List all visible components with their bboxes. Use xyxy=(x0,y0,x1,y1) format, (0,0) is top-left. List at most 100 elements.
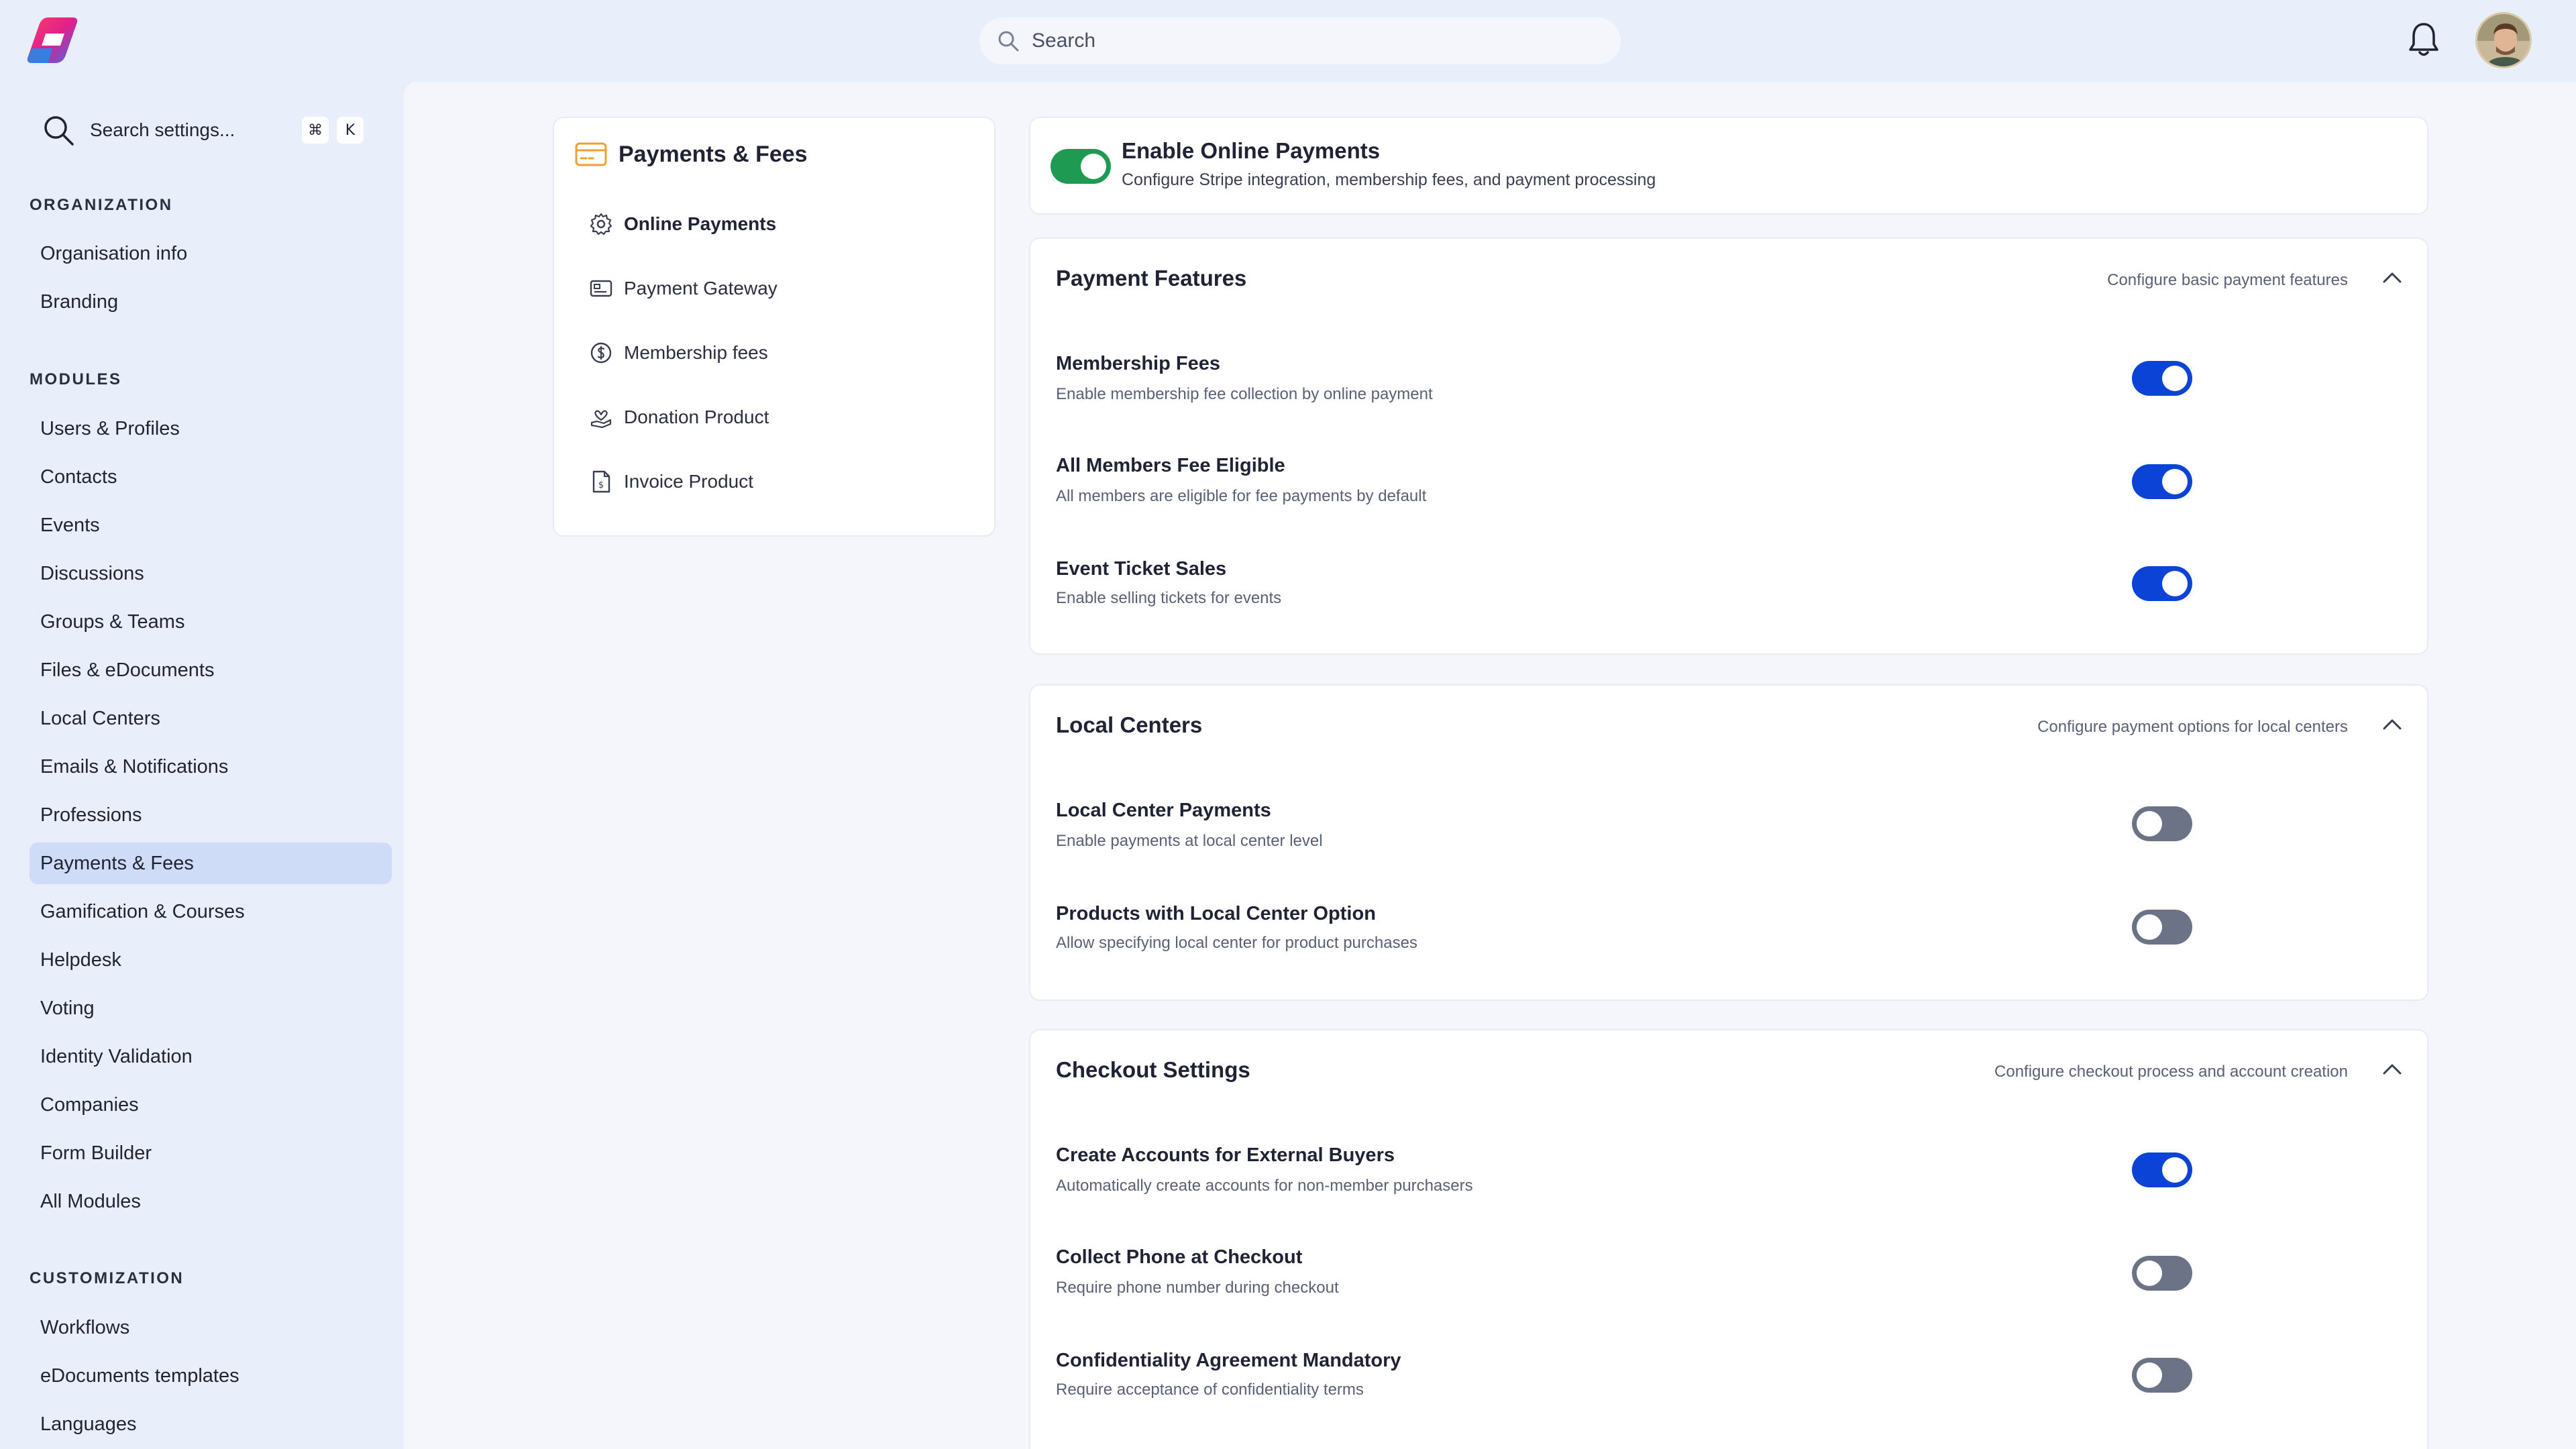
sidebar-item-local-centers[interactable]: Local Centers xyxy=(30,698,392,739)
global-search-placeholder: Search xyxy=(1032,30,1096,52)
sidebar-item-discussions[interactable]: Discussions xyxy=(30,553,392,594)
sidebar-item-users-profiles[interactable]: Users & Profiles xyxy=(30,408,392,449)
sidebar-item-companies[interactable]: Companies xyxy=(30,1084,392,1126)
subnav-item-label: Membership fees xyxy=(624,342,768,363)
sidebar-item-identity-validation[interactable]: Identity Validation xyxy=(30,1036,392,1077)
setting-description: Require acceptance of confidentiality te… xyxy=(1056,1381,1364,1399)
membership-fees-toggle[interactable] xyxy=(2132,361,2192,396)
collect-phone-checkout-toggle[interactable] xyxy=(2132,1256,2192,1291)
cmd-key: ⌘ xyxy=(302,117,329,144)
section-title: Payment Features xyxy=(1056,266,1247,290)
setting-title-all-members-fee-eligible: All Members Fee Eligible xyxy=(1056,455,1285,476)
setting-description: Require phone number during checkout xyxy=(1056,1279,1339,1297)
sidebar-item-helpdesk[interactable]: Helpdesk xyxy=(30,939,392,981)
subnav-item-label: Invoice Product xyxy=(624,471,753,492)
subnav-title-text: Payments & Fees xyxy=(619,141,808,167)
credit-card-icon xyxy=(575,142,607,166)
setting-description: Automatically create accounts for non-me… xyxy=(1056,1177,1473,1195)
section-title: Local Centers xyxy=(1056,712,1203,737)
main-content: Payments & Fees Online Payments Payment … xyxy=(404,82,2576,1449)
user-avatar[interactable] xyxy=(2475,12,2532,68)
create-accounts-external-buyers-toggle[interactable] xyxy=(2132,1152,2192,1187)
section-title-customization: CUSTOMIZATION xyxy=(30,1269,184,1287)
chevron-up-icon[interactable] xyxy=(2380,714,2404,734)
subnav-item-donation-product[interactable]: Donation Product xyxy=(589,405,769,429)
sidebar-item-all-modules[interactable]: All Modules xyxy=(30,1181,392,1222)
sidebar-item-organisation-info[interactable]: Organisation info xyxy=(30,233,392,274)
event-ticket-sales-toggle[interactable] xyxy=(2132,566,2192,601)
toggle-knob xyxy=(2137,1362,2162,1388)
enable-online-payments-description: Configure Stripe integration, membership… xyxy=(1122,170,1656,189)
confidentiality-agreement-toggle[interactable] xyxy=(2132,1358,2192,1393)
sidebar-item-groups-teams[interactable]: Groups & Teams xyxy=(30,601,392,643)
subnav-item-label: Online Payments xyxy=(624,213,777,234)
setting-title-local-center-payments: Local Center Payments xyxy=(1056,800,1271,821)
section-title-modules: MODULES xyxy=(30,370,122,388)
hand-heart-icon xyxy=(590,410,612,429)
subnav-item-membership-fees[interactable]: Membership fees xyxy=(589,341,768,365)
keyboard-shortcut: ⌘ K xyxy=(302,117,364,144)
subnav-title: Payments & Fees xyxy=(574,141,808,168)
setting-title-products-with-local-center-option: Products with Local Center Option xyxy=(1056,903,1376,924)
sidebar-item-emails-notifications[interactable]: Emails & Notifications xyxy=(30,746,392,788)
subnav-item-label: Payment Gateway xyxy=(624,278,777,299)
section-description: Configure basic payment features xyxy=(2107,271,2348,289)
toggle-knob xyxy=(1081,154,1106,179)
setting-description: Enable payments at local center level xyxy=(1056,832,1323,850)
subnav-item-online-payments[interactable]: Online Payments xyxy=(589,212,776,236)
sidebar-item-workflows[interactable]: Workflows xyxy=(30,1307,392,1348)
bell-icon[interactable] xyxy=(2407,21,2440,58)
app-logo[interactable] xyxy=(25,15,82,66)
sidebar-item-form-builder[interactable]: Form Builder xyxy=(30,1132,392,1174)
checkout-settings-card: Checkout Settings Configure checkout pro… xyxy=(1029,1029,2428,1449)
k-key: K xyxy=(337,117,364,144)
toggle-knob xyxy=(2137,811,2162,837)
subnav-item-invoice-product[interactable]: $ Invoice Product xyxy=(589,470,753,494)
setting-description: All members are eligible for fee payment… xyxy=(1056,487,1427,505)
all-members-fee-eligible-toggle[interactable] xyxy=(2132,464,2192,499)
top-bar: Search xyxy=(0,0,2576,82)
enable-online-payments-title: Enable Online Payments xyxy=(1122,138,1381,163)
sidebar-item-events[interactable]: Events xyxy=(30,504,392,546)
toggle-knob xyxy=(2162,366,2188,391)
sidebar-item-branding[interactable]: Branding xyxy=(30,281,392,323)
sidebar-item-gamification-courses[interactable]: Gamification & Courses xyxy=(30,891,392,932)
sidebar-item-files-edocuments[interactable]: Files & eDocuments xyxy=(30,649,392,691)
sidebar-item-payments-fees[interactable]: Payments & Fees xyxy=(30,843,392,884)
chevron-up-icon[interactable] xyxy=(2380,1059,2404,1079)
setting-description: Enable selling tickets for events xyxy=(1056,589,1282,607)
settings-search-input[interactable]: Search settings... ⌘ K xyxy=(42,109,364,152)
gear-icon xyxy=(590,213,612,235)
sidebar-item-contacts[interactable]: Contacts xyxy=(30,456,392,498)
products-local-center-option-toggle[interactable] xyxy=(2132,910,2192,945)
setting-title-confidentiality-agreement: Confidentiality Agreement Mandatory xyxy=(1056,1350,1401,1371)
local-center-payments-toggle[interactable] xyxy=(2132,806,2192,841)
sidebar-item-voting[interactable]: Voting xyxy=(30,987,392,1029)
global-search-input[interactable]: Search xyxy=(979,17,1621,64)
settings-search-placeholder: Search settings... xyxy=(90,119,235,140)
toggle-knob xyxy=(2137,1260,2162,1286)
sidebar-item-languages[interactable]: Languages xyxy=(30,1403,392,1445)
toggle-knob xyxy=(2162,469,2188,494)
payment-features-card: Payment Features Configure basic payment… xyxy=(1029,237,2428,655)
setting-title-event-ticket-sales: Event Ticket Sales xyxy=(1056,558,1227,580)
enable-online-payments-card: Enable Online Payments Configure Stripe … xyxy=(1029,117,2428,215)
setting-title-membership-fees: Membership Fees xyxy=(1056,353,1220,374)
search-icon xyxy=(998,31,1019,52)
enable-online-payments-toggle[interactable] xyxy=(1051,149,1111,184)
subnav-item-payment-gateway[interactable]: Payment Gateway xyxy=(589,276,777,301)
setting-description: Allow specifying local center for produc… xyxy=(1056,934,1417,952)
chevron-up-icon[interactable] xyxy=(2380,267,2404,287)
settings-sidebar: Search settings... ⌘ K ORGANIZATION Orga… xyxy=(0,82,404,1449)
payments-subnav: Payments & Fees Online Payments Payment … xyxy=(553,117,996,537)
subnav-item-label: Donation Product xyxy=(624,407,769,427)
sidebar-item-professions[interactable]: Professions xyxy=(30,794,392,836)
gateway-icon xyxy=(590,280,612,297)
dollar-circle-icon xyxy=(590,342,612,364)
svg-text:$: $ xyxy=(598,480,604,490)
sidebar-item-edocuments-templates[interactable]: eDocuments templates xyxy=(30,1355,392,1397)
section-title: Checkout Settings xyxy=(1056,1057,1250,1082)
toggle-knob xyxy=(2137,914,2162,940)
toggle-knob xyxy=(2162,1157,2188,1183)
setting-description: Enable membership fee collection by onli… xyxy=(1056,385,1433,403)
